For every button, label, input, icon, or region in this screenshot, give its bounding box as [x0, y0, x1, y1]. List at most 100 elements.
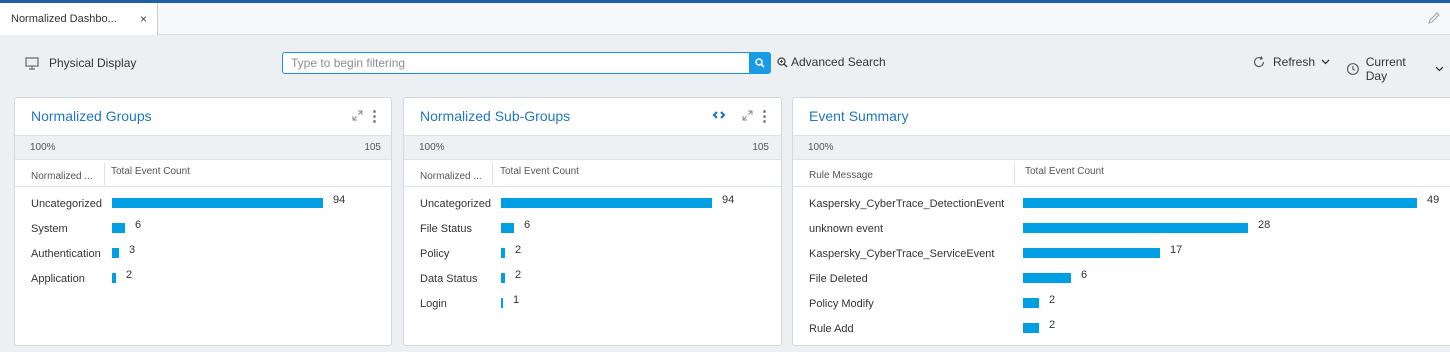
count-bar[interactable] [1023, 273, 1071, 283]
physical-display-label: Physical Display [49, 56, 137, 70]
panel-normalized-sub-groups: Normalized Sub-Groups ⋮ 100% 105 Normali… [403, 97, 782, 346]
table-row[interactable]: Uncategorized 94 [15, 192, 391, 217]
summary-percent: 100% [808, 142, 834, 153]
summary-row: 100% 105 [404, 135, 781, 160]
count-value: 2 [515, 244, 522, 256]
table-row[interactable]: Data Status 2 [404, 267, 781, 292]
panel-title[interactable]: Normalized Sub-Groups [420, 108, 570, 124]
advanced-search-link[interactable]: Advanced Search [777, 55, 886, 69]
column-divider[interactable] [1014, 163, 1015, 185]
count-bar[interactable] [1023, 323, 1039, 333]
tab-strip: Normalized Dashbo... × [0, 3, 1450, 35]
row-label: Application [31, 273, 85, 285]
panel-normalized-groups: Normalized Groups ⋮ 100% 105 Normalized … [14, 97, 392, 346]
summary-percent: 100% [30, 142, 56, 153]
column-header-count[interactable]: Total Event Count [1025, 166, 1104, 177]
count-value: 6 [1081, 269, 1088, 281]
column-divider[interactable] [104, 163, 105, 185]
count-value: 28 [1258, 219, 1271, 231]
search-icon [755, 58, 765, 68]
table-row[interactable]: Policy 2 [404, 242, 781, 267]
row-label: Data Status [420, 273, 478, 285]
search-button[interactable] [749, 52, 771, 74]
table-row[interactable]: Application 2 [15, 267, 391, 292]
count-value: 94 [722, 194, 735, 206]
row-label: Uncategorized [31, 198, 102, 210]
close-icon[interactable]: × [140, 12, 147, 26]
table-row[interactable]: Rule Add 2 [793, 317, 1450, 342]
panel-title[interactable]: Event Summary [809, 108, 909, 124]
column-header-rule-message[interactable]: Rule Message [809, 170, 873, 181]
toolbar: Physical Display Advanced Search Refresh… [0, 35, 1450, 91]
table-row[interactable]: File Deleted 6 [793, 267, 1450, 292]
clock-icon [1346, 63, 1359, 75]
row-label: Rule Add [809, 323, 854, 335]
count-value: 49 [1427, 194, 1440, 206]
table-row[interactable]: Policy Modify 2 [793, 292, 1450, 317]
table-row[interactable]: Login 1 [404, 292, 781, 317]
expand-icon[interactable] [352, 110, 363, 124]
table-row[interactable]: System 6 [15, 217, 391, 242]
count-bar[interactable] [1023, 298, 1039, 308]
panel-event-summary: Event Summary 100% Rule Message Total Ev… [792, 97, 1450, 346]
expand-icon[interactable] [742, 110, 753, 124]
table-header: Normalized ... Total Event Count [404, 161, 781, 187]
column-divider[interactable] [492, 163, 493, 185]
zoom-search-icon [777, 56, 788, 68]
count-value: 17 [1170, 244, 1183, 256]
count-bar[interactable] [1023, 198, 1417, 208]
advanced-search-label: Advanced Search [791, 55, 886, 69]
refresh-icon [1253, 56, 1265, 68]
count-value: 6 [524, 219, 531, 231]
count-bar[interactable] [1023, 223, 1248, 233]
refresh-button[interactable]: Refresh [1252, 55, 1337, 69]
column-header-count[interactable]: Total Event Count [500, 166, 579, 177]
count-value: 2 [126, 269, 133, 281]
count-bar[interactable] [1023, 248, 1160, 258]
row-label: Uncategorized [420, 198, 491, 210]
refresh-label: Refresh [1273, 55, 1316, 69]
summary-total: 105 [364, 142, 381, 153]
row-label: Kaspersky_CyberTrace_DetectionEvent [809, 198, 1005, 210]
table-row[interactable]: File Status 6 [404, 217, 781, 242]
summary-percent: 100% [419, 142, 445, 153]
row-label: System [31, 223, 68, 235]
count-bar[interactable] [501, 248, 505, 258]
count-bar[interactable] [501, 298, 503, 308]
panel-title[interactable]: Normalized Groups [31, 108, 152, 124]
chevron-down-icon [1435, 66, 1444, 72]
table-row[interactable]: Authentication 3 [15, 242, 391, 267]
edit-pencil-icon[interactable] [1428, 11, 1440, 27]
physical-display-button[interactable]: Physical Display [25, 56, 136, 70]
count-bar[interactable] [112, 273, 116, 283]
filter-input[interactable] [282, 52, 749, 74]
column-header-group[interactable]: Normalized ... [420, 171, 490, 182]
time-range-dropdown[interactable]: Current Day [1346, 55, 1450, 83]
table-row[interactable]: Kaspersky_CyberTrace_DetectionEvent 49 [793, 192, 1450, 217]
more-options-icon[interactable]: ⋮ [367, 107, 382, 125]
column-header-count[interactable]: Total Event Count [111, 166, 190, 177]
chevron-down-icon [1321, 59, 1330, 65]
count-bar[interactable] [501, 223, 514, 233]
link-icon[interactable] [712, 109, 726, 123]
table-header: Normalized ... Total Event Count [15, 161, 391, 187]
count-bar[interactable] [112, 198, 323, 208]
table-row[interactable]: Kaspersky_CyberTrace_ServiceEvent 17 [793, 242, 1450, 267]
count-bar[interactable] [501, 273, 505, 283]
table-row[interactable]: unknown event 28 [793, 217, 1450, 242]
count-value: 3 [129, 244, 136, 256]
column-header-group[interactable]: Normalized ... [31, 171, 103, 182]
row-label: File Deleted [809, 273, 868, 285]
table-row[interactable]: Uncategorized 94 [404, 192, 781, 217]
count-value: 2 [1049, 294, 1056, 306]
tab-normalized-dashboard[interactable]: Normalized Dashbo... × [0, 3, 158, 35]
summary-total: 105 [752, 142, 769, 153]
count-bar[interactable] [112, 248, 119, 258]
more-options-icon[interactable]: ⋮ [757, 107, 772, 125]
monitor-icon [25, 56, 39, 70]
count-bar[interactable] [112, 223, 125, 233]
row-label: Kaspersky_CyberTrace_ServiceEvent [809, 248, 995, 260]
count-bar[interactable] [501, 198, 712, 208]
tab-label: Normalized Dashbo... [11, 13, 117, 25]
row-label: Policy Modify [809, 298, 874, 310]
